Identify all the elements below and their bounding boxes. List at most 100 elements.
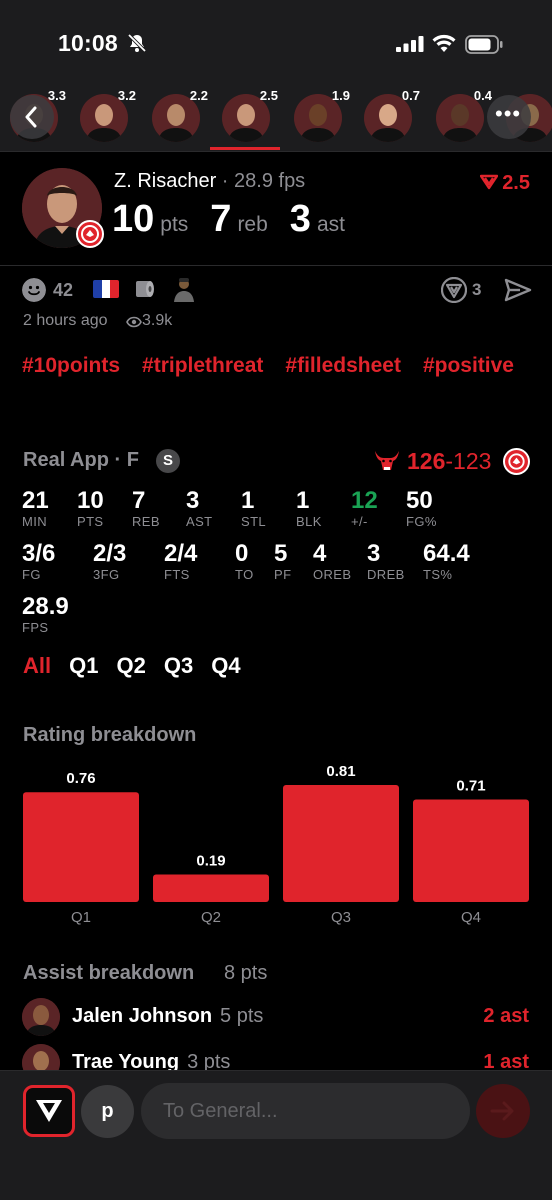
wifi-icon bbox=[432, 34, 456, 52]
stat-cell: 21 MIN bbox=[22, 488, 49, 530]
send-button[interactable] bbox=[476, 1084, 530, 1138]
strip-player[interactable]: 1.9 bbox=[284, 80, 350, 152]
stat-label: REB bbox=[132, 514, 160, 529]
score-opponent: 123 bbox=[453, 448, 492, 474]
tab-all[interactable]: All bbox=[23, 653, 51, 679]
starter-badge: S bbox=[156, 449, 180, 473]
rating-bar-value: 0.81 bbox=[326, 763, 355, 780]
strip-player-rating: 2.2 bbox=[189, 88, 208, 103]
stat-value: 3 bbox=[186, 487, 200, 514]
app-logo-button[interactable] bbox=[23, 1085, 75, 1137]
hashtag[interactable]: #positive bbox=[423, 354, 514, 378]
message-input[interactable] bbox=[141, 1083, 470, 1139]
france-flag-icon[interactable] bbox=[93, 280, 119, 298]
rating-delta: 2.5 bbox=[479, 172, 530, 195]
hashtag[interactable]: #triplethreat bbox=[142, 354, 263, 378]
stat-value: 5 bbox=[274, 540, 288, 567]
quarter-tabs: All Q1 Q2 Q3 Q4 bbox=[23, 653, 259, 679]
stat-value: 2/4 bbox=[164, 540, 198, 567]
hashtag-list: #10points #triplethreat #filledsheet #po… bbox=[22, 354, 532, 378]
rating-bar-category: Q1 bbox=[71, 909, 91, 926]
stat-value: 2/3 bbox=[93, 540, 127, 567]
rating-bar[interactable] bbox=[153, 874, 269, 902]
stat-cell: 1 STL bbox=[241, 488, 266, 530]
app-v-logo-icon bbox=[36, 1100, 62, 1122]
stat-cell: 12 +/- bbox=[351, 488, 378, 530]
strip-player[interactable]: 0.7 bbox=[354, 80, 420, 152]
strip-player-rating: 0.7 bbox=[401, 88, 420, 103]
stat-value: 10 bbox=[77, 487, 104, 514]
arrow-right-icon bbox=[490, 1101, 514, 1121]
rating-bar[interactable] bbox=[23, 792, 139, 902]
strip-player-rating: 2.5 bbox=[259, 88, 278, 103]
stat-label: DREB bbox=[367, 567, 405, 582]
stat-label: +/- bbox=[351, 514, 368, 529]
stat-label: FTS bbox=[164, 567, 190, 582]
post-time: 2 hours ago bbox=[23, 312, 108, 329]
tab-q1[interactable]: Q1 bbox=[69, 653, 98, 679]
rating-bar-value: 0.19 bbox=[196, 853, 225, 870]
stat-value: 3 bbox=[367, 540, 381, 567]
smiley-icon[interactable] bbox=[22, 278, 46, 302]
player-strip: 3.3 3.2 2.2 2.5 1.9 0.7 0.4 ••• bbox=[0, 80, 552, 152]
player-header: Z. Risacher · 28.9 fps 10 pts 7 reb 3 ast 2… bbox=[0, 152, 552, 266]
back-button[interactable] bbox=[10, 95, 54, 139]
stat-cell: 3/6 FG bbox=[22, 541, 55, 583]
strip-player[interactable]: 3.2 bbox=[70, 80, 136, 152]
assist-player-pts: 5 pts bbox=[220, 1005, 264, 1027]
hawks-logo-icon[interactable] bbox=[503, 448, 530, 475]
stat-cell: 4 OREB bbox=[313, 541, 351, 583]
rating-bar-value: 0.71 bbox=[456, 777, 485, 794]
stat-cell: 2/4 FTS bbox=[164, 541, 197, 583]
signal-icon bbox=[396, 36, 424, 52]
hashtag[interactable]: #10points bbox=[22, 354, 120, 378]
score-team: 126 bbox=[407, 448, 446, 474]
tab-q2[interactable]: Q2 bbox=[116, 653, 145, 679]
share-icon[interactable] bbox=[504, 278, 532, 302]
vote-count: 3 bbox=[472, 280, 482, 299]
rating-delta-value: 2.5 bbox=[502, 172, 530, 194]
toilet-roll-icon[interactable] bbox=[133, 278, 157, 300]
battery-icon bbox=[465, 35, 503, 54]
rating-bar[interactable] bbox=[283, 785, 399, 902]
strip-player-rating: 1.9 bbox=[331, 88, 350, 103]
pts-value: 10 bbox=[112, 198, 155, 240]
stat-label: FG% bbox=[406, 514, 437, 529]
rating-bar-value: 0.76 bbox=[66, 770, 95, 787]
strip-player[interactable]: 0.4 bbox=[426, 80, 492, 152]
player-name[interactable]: Z. Risacher bbox=[114, 170, 216, 192]
strip-player[interactable]: 2.2 bbox=[142, 80, 208, 152]
assist-row[interactable]: Jalen Johnson 5 pts 2 ast bbox=[0, 998, 552, 1042]
stat-value: 4 bbox=[313, 540, 327, 567]
stat-cell: 2/3 3FG bbox=[93, 541, 126, 583]
rating-bar[interactable] bbox=[413, 799, 529, 902]
stat-label: FPS bbox=[22, 620, 49, 635]
stat-cell: 3 AST bbox=[186, 488, 212, 530]
user-avatar[interactable]: p bbox=[81, 1085, 134, 1138]
stat-value: 50 bbox=[406, 487, 433, 514]
more-button[interactable]: ••• bbox=[487, 95, 531, 139]
hawks-badge-icon bbox=[76, 220, 104, 248]
person-emoji-icon[interactable] bbox=[172, 276, 196, 302]
stat-cell: 28.9 FPS bbox=[22, 594, 69, 636]
status-bar: 10:08 bbox=[0, 0, 552, 80]
rating-bar-category: Q2 bbox=[201, 909, 221, 926]
stat-cell: 0 TO bbox=[235, 541, 254, 583]
stat-label: OREB bbox=[313, 567, 352, 582]
rating-bar-category: Q4 bbox=[461, 909, 481, 926]
stat-label: PF bbox=[274, 567, 292, 582]
bulls-logo-icon[interactable] bbox=[373, 448, 401, 474]
assist-player-name-text: Jalen Johnson bbox=[72, 1005, 213, 1027]
view-count: 3.9k bbox=[142, 312, 173, 329]
strip-player[interactable]: 2.5 bbox=[212, 80, 278, 152]
reaction-count: 42 bbox=[53, 280, 74, 300]
ellipsis-icon: ••• bbox=[495, 101, 522, 126]
vote-icon[interactable] bbox=[441, 277, 467, 303]
stat-value: 21 bbox=[22, 487, 49, 514]
tab-q4[interactable]: Q4 bbox=[211, 653, 240, 679]
reaction-row: 42 3 2 hours ago 3.9k bbox=[0, 266, 552, 346]
hashtag[interactable]: #filledsheet bbox=[285, 354, 401, 378]
tab-q3[interactable]: Q3 bbox=[164, 653, 193, 679]
stat-label: STL bbox=[241, 514, 267, 529]
score-separator: - bbox=[445, 448, 454, 474]
